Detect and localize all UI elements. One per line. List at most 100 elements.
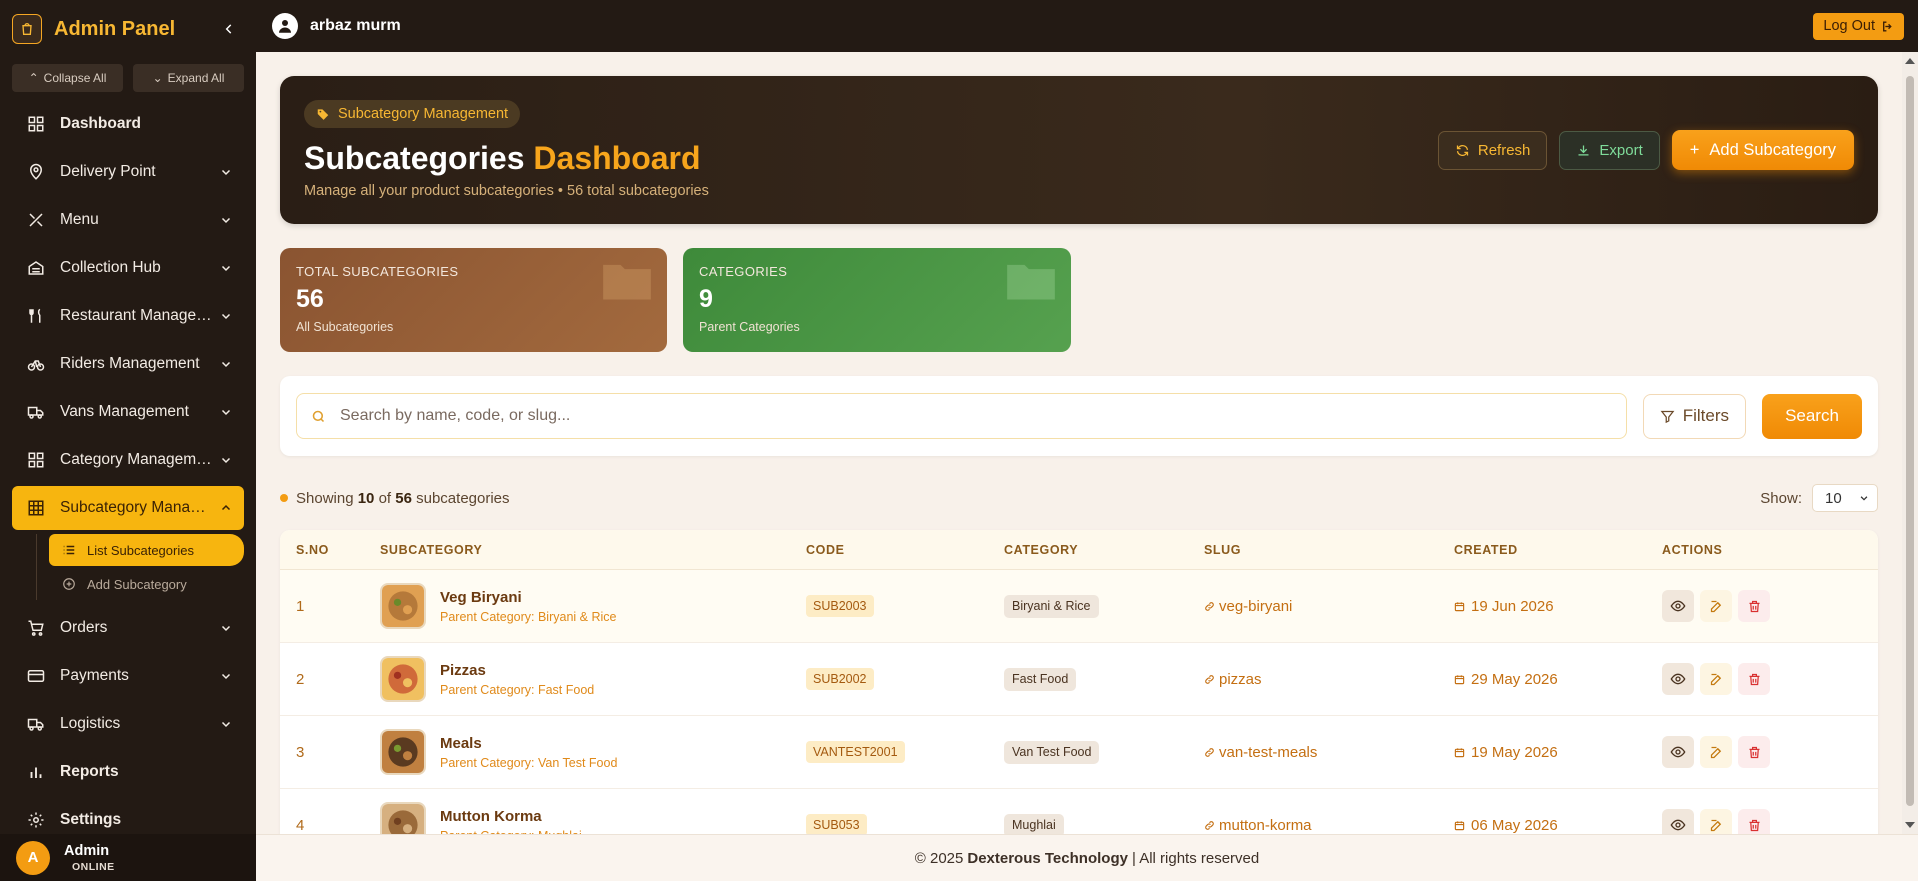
sidebar-item-riders-management[interactable]: Riders Management bbox=[12, 342, 244, 386]
filter-icon bbox=[1660, 410, 1675, 423]
page-size-select[interactable]: 10 bbox=[1812, 484, 1878, 512]
slug-link[interactable]: van-test-meals bbox=[1204, 744, 1454, 761]
sidebar-item-label: Vans Management bbox=[60, 403, 189, 420]
submenu-item-list-subcategories[interactable]: List Subcategories bbox=[49, 534, 244, 566]
list-icon bbox=[61, 542, 77, 558]
expand-all-button[interactable]: ⌄ Expand All bbox=[133, 64, 244, 92]
sidebar-item-delivery-point[interactable]: Delivery Point bbox=[12, 150, 244, 194]
code-badge: SUB053 bbox=[806, 814, 867, 834]
created-date: 19 May 2026 bbox=[1454, 744, 1662, 761]
export-button[interactable]: Export bbox=[1559, 130, 1660, 170]
delete-button[interactable] bbox=[1738, 736, 1770, 768]
cart-icon bbox=[26, 618, 46, 638]
sidebar-item-logistics[interactable]: Logistics bbox=[12, 702, 244, 746]
truck-icon bbox=[26, 714, 46, 734]
sidebar-item-label: Logistics bbox=[60, 715, 121, 732]
edit-button[interactable] bbox=[1700, 736, 1732, 768]
code-badge: VANTEST2001 bbox=[806, 741, 905, 763]
app-title: Admin Panel bbox=[54, 17, 176, 40]
calendar-icon bbox=[1454, 820, 1465, 830]
stats-row: TOTAL SUBCATEGORIES 56 All Subcategories… bbox=[280, 248, 1878, 352]
sidebar-nav: Dashboard Delivery Point Menu Collection Hu… bbox=[0, 102, 256, 842]
edit-button[interactable] bbox=[1700, 809, 1732, 834]
sidebar-item-restaurant-management[interactable]: Restaurant Management bbox=[12, 294, 244, 338]
shopping-bag-icon bbox=[12, 14, 42, 44]
hero-banner: Subcategory Management Subcategories Das… bbox=[280, 76, 1878, 224]
chevron-down-icon bbox=[221, 457, 231, 464]
status-dot bbox=[280, 494, 288, 502]
search-button[interactable]: Search bbox=[1762, 393, 1862, 439]
sidebar-item-label: Settings bbox=[60, 811, 122, 828]
refresh-button[interactable]: Refresh bbox=[1437, 130, 1548, 170]
sidebar-item-label: Delivery Point bbox=[60, 163, 156, 180]
chevron-down-icon bbox=[221, 673, 231, 680]
sidebar-item-dashboard[interactable]: Dashboard bbox=[12, 102, 244, 146]
search-input[interactable] bbox=[340, 407, 1626, 425]
sidebar-item-label: Menu bbox=[60, 211, 99, 228]
chevron-down-icon bbox=[221, 361, 231, 368]
page-footer: © 2025 Dexterous Technology | All rights… bbox=[256, 834, 1918, 881]
created-date: 06 May 2026 bbox=[1454, 817, 1662, 834]
delete-button[interactable] bbox=[1738, 663, 1770, 695]
page-scrollbar[interactable] bbox=[1902, 52, 1918, 834]
edit-icon bbox=[1710, 819, 1721, 831]
edit-button[interactable] bbox=[1700, 663, 1732, 695]
trash-icon bbox=[1749, 673, 1759, 685]
search-icon bbox=[312, 410, 325, 422]
delete-button[interactable] bbox=[1738, 590, 1770, 622]
slug-link[interactable]: pizzas bbox=[1204, 671, 1454, 688]
download-icon bbox=[1578, 145, 1589, 155]
folder-icon bbox=[1007, 264, 1055, 300]
grid-icon bbox=[26, 114, 46, 134]
category-badge: Fast Food bbox=[1004, 667, 1077, 691]
trash-icon bbox=[1749, 819, 1759, 831]
sidebar-item-payments[interactable]: Payments bbox=[12, 654, 244, 698]
chevron-down-icon bbox=[221, 265, 231, 272]
sidebar-item-subcategory-management[interactable]: Subcategory Management bbox=[12, 486, 244, 530]
calendar-icon bbox=[1454, 601, 1465, 611]
sidebar-item-category-management[interactable]: Category Management bbox=[12, 438, 244, 482]
sidebar-item-collection-hub[interactable]: Collection Hub bbox=[12, 246, 244, 290]
sidebar-item-label: Collection Hub bbox=[60, 259, 161, 276]
logout-icon bbox=[1883, 20, 1892, 32]
row-number: 1 bbox=[296, 597, 305, 615]
edit-button[interactable] bbox=[1700, 590, 1732, 622]
main-content: Subcategory Management Subcategories Das… bbox=[256, 52, 1902, 834]
map-pin-icon bbox=[26, 162, 46, 182]
sidebar-item-vans-management[interactable]: Vans Management bbox=[12, 390, 244, 434]
chevrons-down-icon: ⌄ bbox=[152, 71, 163, 85]
table-header: S.NO SUBCATEGORY CODE CATEGORY SLUG CREA… bbox=[280, 530, 1878, 570]
sidebar-item-menu[interactable]: Menu bbox=[12, 198, 244, 242]
logout-button[interactable]: Log Out bbox=[1813, 12, 1904, 40]
view-button[interactable] bbox=[1662, 590, 1694, 622]
eye-icon bbox=[1670, 673, 1686, 685]
refresh-icon bbox=[1456, 144, 1468, 156]
sidebar-item-orders[interactable]: Orders bbox=[12, 606, 244, 650]
add-subcategory-button[interactable]: + Add Subcategory bbox=[1671, 130, 1854, 170]
view-button[interactable] bbox=[1662, 809, 1694, 834]
sidebar-user: A Admin ONLINE bbox=[0, 834, 256, 881]
slug-link[interactable]: veg-biryani bbox=[1204, 598, 1454, 615]
submenu: List Subcategories Add Subcategory bbox=[36, 534, 244, 600]
collapse-sidebar-icon[interactable] bbox=[218, 18, 240, 40]
code-badge: SUB2002 bbox=[806, 668, 874, 690]
table-row: 4Mutton KormaParent Category: MughlaiSUB… bbox=[280, 789, 1878, 834]
slug-link[interactable]: mutton-korma bbox=[1204, 817, 1454, 834]
category-badge: Biryani & Rice bbox=[1004, 594, 1099, 618]
sidebar-item-reports[interactable]: Reports bbox=[12, 750, 244, 794]
view-button[interactable] bbox=[1662, 663, 1694, 695]
sidebar-item-label: Payments bbox=[60, 667, 129, 684]
view-button[interactable] bbox=[1662, 736, 1694, 768]
online-status: ONLINE bbox=[72, 860, 115, 873]
collapse-all-button[interactable]: ⌃ Collapse All bbox=[12, 64, 123, 92]
submenu-item-add-subcategory[interactable]: Add Subcategory bbox=[49, 568, 244, 600]
calendar-icon bbox=[1454, 674, 1465, 684]
user-name: arbaz murm bbox=[310, 17, 401, 34]
subcategory-thumbnail bbox=[380, 729, 426, 775]
link-icon bbox=[1205, 601, 1214, 611]
user-icon bbox=[272, 13, 298, 39]
delete-button[interactable] bbox=[1738, 809, 1770, 834]
plus-icon: + bbox=[1689, 140, 1700, 159]
chevron-down-icon bbox=[221, 313, 231, 320]
filters-button[interactable]: Filters bbox=[1642, 393, 1746, 439]
